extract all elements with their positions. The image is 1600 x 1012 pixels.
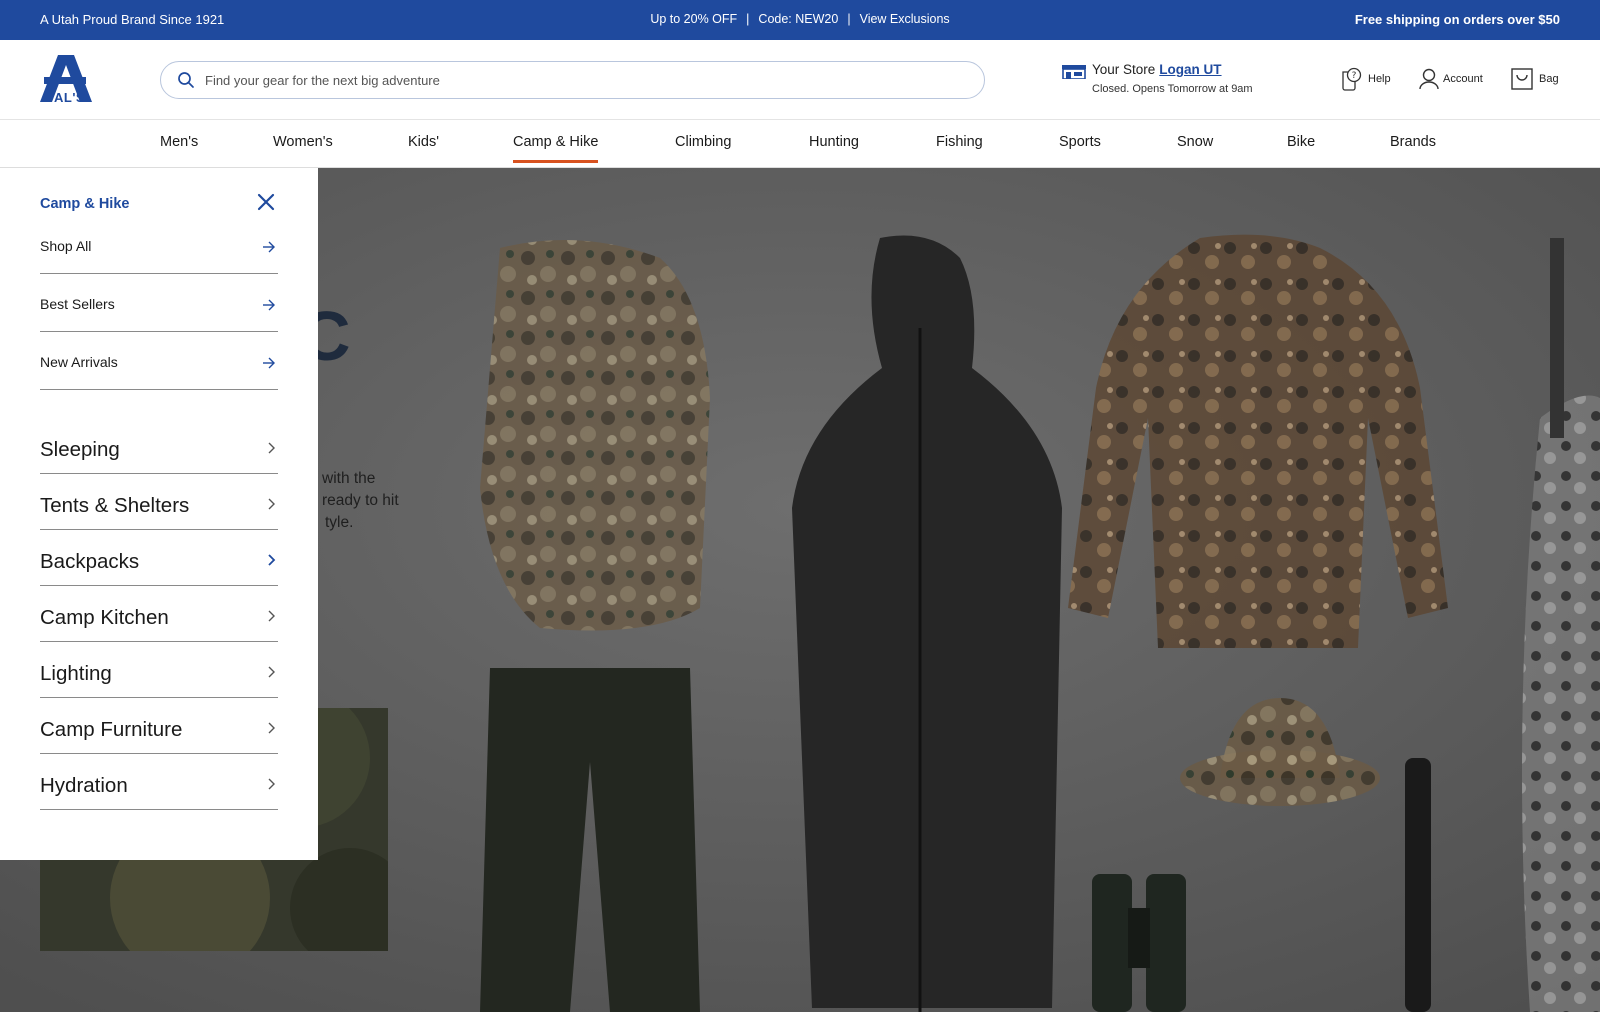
- promo-bar: A Utah Proud Brand Since 1921 Up to 20% …: [0, 0, 1600, 40]
- camp-hike-flyout-menu: Camp & Hike Shop All Best Sellers New Ar…: [0, 168, 318, 860]
- bag-icon: [1511, 68, 1533, 90]
- nav-fishing[interactable]: Fishing: [936, 134, 983, 150]
- svg-text:?: ?: [1352, 71, 1357, 81]
- chevron-right-icon: [268, 498, 275, 510]
- flyout-link-label: New Arrivals: [40, 354, 118, 370]
- flyout-category-label: Camp Kitchen: [40, 606, 169, 629]
- chevron-right-icon: [268, 442, 275, 454]
- flyout-category-label: Tents & Shelters: [40, 494, 190, 517]
- chevron-right-icon: [268, 778, 275, 790]
- nav-mens[interactable]: Men's: [160, 134, 198, 150]
- flyout-category-label: Camp Furniture: [40, 718, 183, 741]
- flyout-category-lighting[interactable]: Lighting: [40, 662, 278, 698]
- search-icon: [178, 72, 194, 88]
- nav-kids[interactable]: Kids': [408, 134, 439, 150]
- site-header: AL'S Your StoreLogan UT Closed. Opens To…: [0, 40, 1600, 120]
- free-shipping-message: Free shipping on orders over $50: [1354, 12, 1560, 27]
- flyout-category-label: Backpacks: [40, 550, 140, 573]
- flyout-link-best-sellers[interactable]: Best Sellers: [40, 296, 278, 332]
- flyout-category-hydration[interactable]: Hydration: [40, 774, 278, 810]
- close-icon[interactable]: [256, 192, 276, 212]
- flyout-category-label: Lighting: [40, 662, 112, 685]
- arrow-right-icon: [263, 357, 275, 369]
- chevron-right-icon: [268, 666, 275, 678]
- main-nav: Men's Women's Kids' Camp & Hike Climbing…: [0, 120, 1600, 168]
- chevron-right-icon: [268, 554, 276, 566]
- store-icon: [1062, 65, 1086, 79]
- store-status: Closed. Opens Tomorrow at 9am: [1092, 83, 1253, 95]
- chevron-right-icon: [268, 610, 275, 622]
- nav-hunting[interactable]: Hunting: [809, 134, 859, 150]
- nav-snow[interactable]: Snow: [1177, 134, 1213, 150]
- flyout-category-camp-furniture[interactable]: Camp Furniture: [40, 718, 278, 754]
- nav-bike[interactable]: Bike: [1287, 134, 1315, 150]
- bag-label: Bag: [1539, 73, 1559, 85]
- arrow-right-icon: [263, 241, 275, 253]
- promo-discount: Up to 20% OFF: [650, 12, 738, 26]
- promo-code: Code: NEW20: [758, 12, 839, 26]
- flyout-category-tents-shelters[interactable]: Tents & Shelters: [40, 494, 278, 530]
- hero-copy-line: tyle.: [325, 514, 354, 531]
- flyout-category-label: Sleeping: [40, 438, 120, 461]
- arrow-right-icon: [263, 299, 275, 311]
- view-exclusions-link[interactable]: View Exclusions: [860, 12, 950, 26]
- account-label: Account: [1443, 73, 1483, 85]
- store-label: Your Store: [1092, 62, 1156, 77]
- flyout-category-camp-kitchen[interactable]: Camp Kitchen: [40, 606, 278, 642]
- hero-copy-line: ready to hit: [322, 492, 399, 509]
- account-icon: [1419, 68, 1439, 90]
- flyout-link-label: Best Sellers: [40, 296, 115, 312]
- help-icon: ?: [1342, 67, 1362, 91]
- chevron-right-icon: [268, 722, 275, 734]
- flyout-category-label: Hydration: [40, 774, 128, 797]
- search-input[interactable]: [205, 70, 965, 90]
- nav-brands[interactable]: Brands: [1390, 134, 1436, 150]
- hero-copy: with the ready to hit tyle.: [322, 468, 399, 534]
- nav-camp-hike[interactable]: Camp & Hike: [513, 134, 599, 163]
- store-name-link[interactable]: Logan UT: [1159, 62, 1221, 77]
- flyout-category-sleeping[interactable]: Sleeping: [40, 438, 278, 474]
- hero-copy-line: with the: [322, 470, 376, 487]
- nav-climbing[interactable]: Climbing: [675, 134, 731, 150]
- flyout-link-new-arrivals[interactable]: New Arrivals: [40, 354, 278, 390]
- flyout-category-backpacks[interactable]: Backpacks: [40, 550, 278, 586]
- logo-text: AL'S: [54, 90, 86, 105]
- help-label: Help: [1368, 73, 1391, 85]
- flyout-link-shop-all[interactable]: Shop All: [40, 238, 278, 274]
- flyout-link-label: Shop All: [40, 238, 92, 254]
- nav-sports[interactable]: Sports: [1059, 134, 1101, 150]
- search-bar[interactable]: [160, 61, 985, 99]
- flyout-title: Camp & Hike: [40, 196, 130, 212]
- nav-womens[interactable]: Women's: [273, 134, 333, 150]
